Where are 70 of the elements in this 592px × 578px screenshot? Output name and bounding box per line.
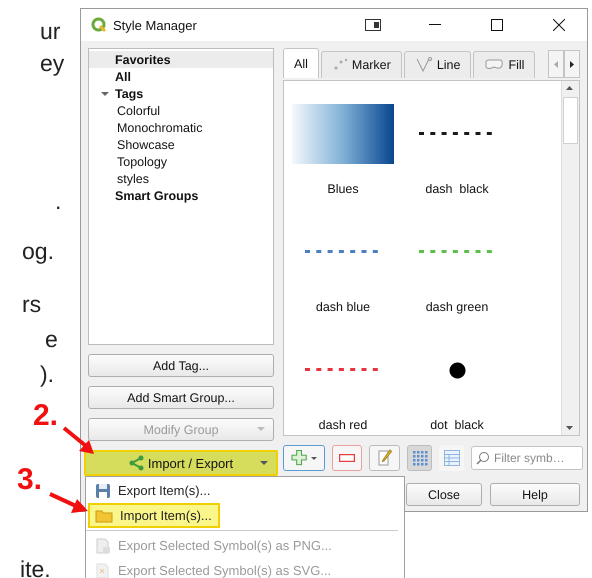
slide-text: ). xyxy=(40,363,54,386)
marker-icon xyxy=(332,58,348,72)
tree-item[interactable]: Smart Groups xyxy=(89,187,273,204)
right-arrow-icon xyxy=(570,60,574,68)
filter-field[interactable]: Filter symb… xyxy=(471,446,583,470)
line-icon xyxy=(414,57,433,73)
image-file-icon xyxy=(95,538,111,554)
fill-icon xyxy=(484,59,504,71)
vertical-scrollbar[interactable] xyxy=(561,81,579,435)
step-number: 2. xyxy=(33,401,58,431)
tree-item[interactable]: Colorful xyxy=(89,102,273,119)
symbol-name: dash red xyxy=(318,418,368,432)
search-icon xyxy=(476,451,490,465)
slide-text: . xyxy=(55,190,62,213)
menu-item[interactable]: Import Item(s)... xyxy=(88,503,220,528)
symbol-name: dash black xyxy=(425,182,489,196)
list-view-button[interactable] xyxy=(439,445,464,471)
step-number: 3. xyxy=(17,465,42,495)
slide-text: ite. xyxy=(20,558,51,578)
tree-item[interactable]: Tags xyxy=(89,85,273,102)
symbol-type-tab[interactable]: All xyxy=(283,48,319,78)
folder-icon xyxy=(95,508,113,522)
tree-item[interactable]: Favorites xyxy=(89,51,273,68)
tab-scroll-right-button[interactable] xyxy=(564,50,580,78)
edit-symbol-button[interactable] xyxy=(369,445,400,471)
slide-text: e xyxy=(45,328,58,351)
minimize-icon xyxy=(429,24,441,26)
tree-item[interactable]: All xyxy=(89,68,273,85)
share-icon xyxy=(128,455,145,471)
symbol-name: dot black xyxy=(430,418,484,432)
slide-text: rs xyxy=(22,293,42,316)
import-export-button[interactable]: Import / Export xyxy=(84,450,278,476)
pencil-icon xyxy=(378,449,392,467)
expand-arrow-icon[interactable] xyxy=(101,90,109,98)
icon-view-button[interactable] xyxy=(407,445,432,471)
slide-text: ur xyxy=(40,20,60,43)
symbol-type-tab[interactable]: Fill xyxy=(473,51,536,78)
slide-text: ey xyxy=(40,52,64,75)
tree-item[interactable]: Topology xyxy=(89,153,273,170)
symbol-type-tab[interactable]: Marker xyxy=(320,51,402,78)
symbol-type-tab[interactable]: Line xyxy=(404,51,472,78)
maximize-icon xyxy=(491,19,503,31)
caret-icon xyxy=(260,460,268,466)
plus-icon xyxy=(291,450,317,466)
scroll-thumb[interactable] xyxy=(563,97,578,144)
slide-text: og. xyxy=(22,240,54,263)
minus-icon xyxy=(339,454,355,462)
symbol-name: Blues xyxy=(327,182,359,196)
close-icon xyxy=(553,19,565,31)
dialog-button[interactable]: Close xyxy=(406,483,482,506)
grid-icon xyxy=(412,450,428,466)
group-button[interactable]: Add Smart Group... xyxy=(88,386,274,409)
window-title: Style Manager xyxy=(113,18,198,32)
tree-item[interactable]: Showcase xyxy=(89,136,273,153)
left-arrow-icon xyxy=(554,60,558,68)
menu-item[interactable]: Export Item(s)... xyxy=(88,478,218,503)
tree-item[interactable]: Monochromatic xyxy=(89,119,273,136)
dock-icon xyxy=(365,19,381,31)
vector-file-icon xyxy=(95,562,111,578)
app-logo-icon xyxy=(91,17,107,33)
add-symbol-button[interactable] xyxy=(283,445,325,471)
tree-item[interactable]: styles xyxy=(89,170,273,187)
dialog-button[interactable]: Help xyxy=(490,483,580,506)
symbol-name: dash green xyxy=(426,300,488,314)
pointer-arrow xyxy=(48,492,90,516)
remove-symbol-button[interactable] xyxy=(332,445,362,471)
group-button[interactable]: Add Tag... xyxy=(88,354,274,377)
caret-icon xyxy=(257,427,265,432)
table-icon xyxy=(444,450,460,466)
symbol-name: dash blue xyxy=(316,300,370,314)
